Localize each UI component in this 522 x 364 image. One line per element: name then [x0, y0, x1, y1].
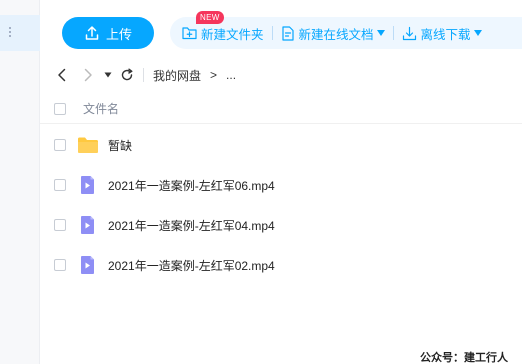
- video-file-icon: [81, 216, 94, 234]
- offline-download-button[interactable]: 离线下载: [402, 24, 482, 43]
- refresh-icon: [121, 68, 133, 81]
- file-name[interactable]: 暂缺: [108, 137, 132, 154]
- breadcrumb-separator: >: [210, 68, 218, 82]
- refresh-button[interactable]: [118, 66, 136, 84]
- list-item[interactable]: 2021年一造案例-左红军02.mp4: [40, 245, 522, 285]
- list-item[interactable]: 2021年一造案例-左红军06.mp4: [40, 165, 522, 205]
- more-icon[interactable]: [9, 27, 11, 37]
- new-online-doc-label: 新建在线文档: [298, 27, 374, 42]
- file-list: 文件名 暂缺 2021年一造案例-左红军06.mp4 2021年一造案例-左红军…: [40, 94, 522, 285]
- file-list-header: 文件名: [40, 94, 522, 124]
- list-item[interactable]: 2021年一造案例-左红军04.mp4: [40, 205, 522, 245]
- offline-download-label: 离线下载: [420, 27, 471, 42]
- upload-button-label: 上传: [105, 26, 132, 42]
- video-file-icon: [81, 256, 94, 274]
- caret-down-icon: [104, 72, 112, 78]
- chevron-down-icon: [376, 30, 385, 36]
- row-checkbox[interactable]: [54, 179, 66, 191]
- sidebar-selected-item[interactable]: [0, 15, 40, 51]
- list-item[interactable]: 暂缺: [40, 125, 522, 165]
- toolbar: 新建文件夹 新建在线文档 离线下载: [170, 17, 522, 49]
- nav-divider: [143, 68, 144, 82]
- column-header-filename[interactable]: 文件名: [83, 100, 119, 117]
- row-checkbox[interactable]: [54, 219, 66, 231]
- forward-button[interactable]: [79, 66, 97, 84]
- file-name[interactable]: 2021年一造案例-左红军04.mp4: [108, 217, 275, 234]
- upload-button[interactable]: 上传: [62, 17, 154, 49]
- new-online-doc-button[interactable]: 新建在线文档: [281, 24, 385, 43]
- row-checkbox[interactable]: [54, 259, 66, 271]
- history-dropdown[interactable]: [99, 66, 117, 84]
- row-checkbox[interactable]: [54, 139, 66, 151]
- chevron-right-icon: [84, 68, 92, 82]
- video-file-icon: [81, 176, 94, 194]
- select-all-checkbox[interactable]: [54, 102, 66, 115]
- chevron-down-icon: [473, 30, 482, 36]
- new-doc-icon: [281, 25, 294, 41]
- file-name[interactable]: 2021年一造案例-左红军06.mp4: [108, 177, 275, 194]
- sidebar: [0, 0, 40, 364]
- download-icon: [402, 26, 416, 40]
- breadcrumb-ellipsis[interactable]: ...: [226, 68, 236, 82]
- chevron-left-icon: [58, 68, 66, 82]
- breadcrumb-root[interactable]: 我的网盘: [153, 67, 201, 84]
- upload-icon: [85, 26, 99, 40]
- toolbar-divider: [392, 26, 394, 40]
- folder-icon: [78, 137, 98, 153]
- new-folder-label: 新建文件夹: [201, 27, 264, 42]
- new-folder-icon: [182, 27, 197, 40]
- new-folder-button[interactable]: 新建文件夹: [182, 24, 264, 43]
- watermark: 公众号：建工行人: [420, 352, 508, 364]
- back-button[interactable]: [53, 66, 71, 84]
- new-badge: NEW: [196, 11, 224, 24]
- breadcrumb-bar: 我的网盘 > ...: [40, 64, 522, 86]
- file-name[interactable]: 2021年一造案例-左红军02.mp4: [108, 257, 275, 274]
- toolbar-divider: [271, 26, 273, 40]
